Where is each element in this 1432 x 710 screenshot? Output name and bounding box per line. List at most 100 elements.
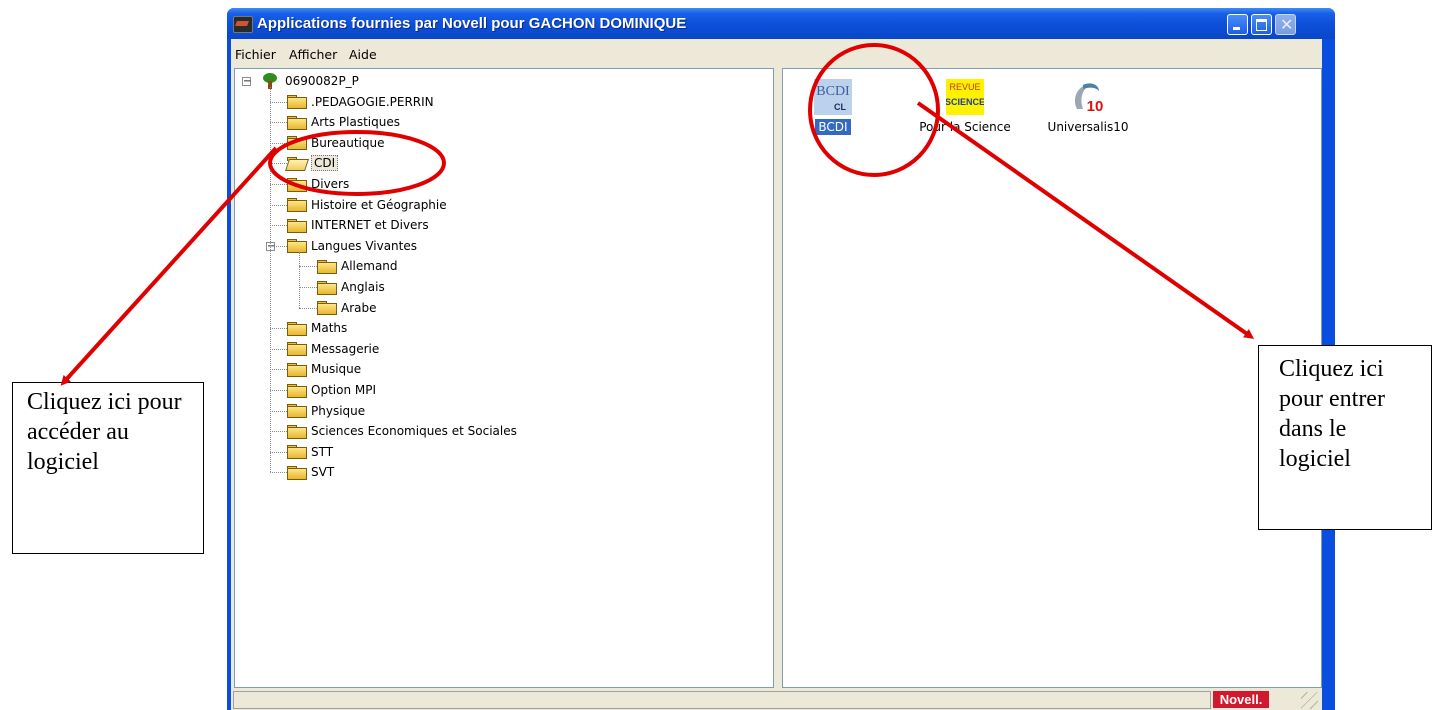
tree-item[interactable]: Allemand xyxy=(317,256,398,276)
tree-connector xyxy=(270,184,287,186)
window-title: Applications fournies par Novell pour GA… xyxy=(257,15,687,32)
menu-fichier[interactable]: Fichier xyxy=(235,47,276,62)
tree-root-expander[interactable]: − xyxy=(242,77,251,87)
title-bar[interactable]: Applications fournies par Novell pour GA… xyxy=(227,8,1335,39)
tree-item-label: CDI xyxy=(311,155,339,172)
folder-icon xyxy=(317,280,337,295)
window-client: Fichier Afficher Aide 0690082P_P − .PEDAGO… xyxy=(231,39,1322,710)
novell-logo: Novell. xyxy=(1213,691,1269,708)
tree-item-label: .PEDAGOGIE.PERRIN xyxy=(311,94,434,109)
app-tile-bcdi[interactable]: BCDI CL BCDI xyxy=(788,79,878,135)
menu-afficher[interactable]: Afficher xyxy=(289,47,337,62)
tree-item[interactable]: Arabe xyxy=(317,298,377,318)
tree-item[interactable]: .PEDAGOGIE.PERRIN xyxy=(287,92,434,112)
menu-bar: Fichier Afficher Aide xyxy=(231,39,1322,67)
applications-pane[interactable]: BCDI CL BCDI REVUE SCIENCE Pour la Scien… xyxy=(782,68,1322,688)
tree-item[interactable]: INTERNET et Divers xyxy=(287,215,429,235)
status-bar: Novell. xyxy=(231,689,1322,710)
tree-connector xyxy=(270,328,287,330)
folder-icon xyxy=(287,218,307,233)
tree-item[interactable]: Option MPI xyxy=(287,380,376,400)
close-button[interactable]: ✕ xyxy=(1275,14,1296,35)
universalis-icon: 10 xyxy=(1069,79,1107,115)
folder-icon xyxy=(287,362,307,377)
bcdi-icon: BCDI CL xyxy=(814,79,852,115)
folder-icon xyxy=(287,342,307,357)
callout-left: Cliquez ici pour accéder au logiciel xyxy=(12,382,204,554)
window-app-icon[interactable] xyxy=(233,16,253,33)
tree-connector xyxy=(299,266,317,268)
tree-connector xyxy=(270,204,287,207)
tree-item-label: INTERNET et Divers xyxy=(311,218,429,233)
svg-text:SCIENCE: SCIENCE xyxy=(946,97,984,107)
maximize-button[interactable] xyxy=(1251,14,1272,35)
tree-connector xyxy=(270,225,287,227)
tree-root[interactable]: 0690082P_P xyxy=(261,71,359,91)
tree-item[interactable]: STT xyxy=(287,442,333,462)
status-text-field xyxy=(233,691,1211,709)
tree-item[interactable]: CDI xyxy=(287,153,339,173)
tree-root-label: 0690082P_P xyxy=(285,74,359,88)
tree-item[interactable]: SVT xyxy=(287,462,334,482)
tree-connector xyxy=(270,410,287,413)
tree-item[interactable]: Bureautique xyxy=(287,133,385,153)
app-label-bcdi: BCDI xyxy=(815,119,851,135)
folder-icon xyxy=(287,424,307,439)
app-label-universalis10: Universalis10 xyxy=(1047,120,1129,134)
folder-open-icon xyxy=(287,156,307,170)
tree-item[interactable]: Physique xyxy=(287,401,365,421)
svg-text:REVUE: REVUE xyxy=(949,82,980,92)
resize-grip[interactable] xyxy=(1301,692,1318,709)
close-icon: ✕ xyxy=(1280,15,1294,34)
app-label-pour-la-science: Pour la Science xyxy=(919,120,1011,134)
tree-item-label: STT xyxy=(311,444,334,459)
tree-connector xyxy=(270,87,272,473)
tree-item[interactable]: Messagerie xyxy=(287,339,379,359)
tree-connector xyxy=(270,472,287,474)
tree-item-label: Musique xyxy=(311,362,362,377)
tree-connector xyxy=(270,390,287,392)
tree-connector xyxy=(270,451,287,454)
folder-icon xyxy=(287,136,307,151)
folder-icon xyxy=(287,177,307,192)
app-tile-universalis10[interactable]: 10 Universalis10 xyxy=(1043,79,1133,135)
folder-icon xyxy=(317,301,337,316)
pour-la-science-icon: REVUE SCIENCE xyxy=(945,79,985,115)
tree-pane[interactable]: 0690082P_P − .PEDAGOGIE.PERRIN Arts Plastiq… xyxy=(234,68,774,688)
tree-item-label: Sciences Economiques et Sociales xyxy=(311,424,517,439)
tree-item[interactable]: Langues Vivantes xyxy=(287,236,417,256)
tree-item[interactable]: Sciences Economiques et Sociales xyxy=(287,421,517,441)
menu-aide[interactable]: Aide xyxy=(349,47,377,62)
tree-item-label: Arts Plastiques xyxy=(311,115,400,130)
tree-connector xyxy=(270,369,287,371)
app-tile-pour-la-science[interactable]: REVUE SCIENCE Pour la Science xyxy=(910,79,1020,135)
tree-connector xyxy=(270,431,287,433)
app-window: Applications fournies par Novell pour GA… xyxy=(227,8,1335,710)
folder-tree: 0690082P_P − .PEDAGOGIE.PERRIN Arts Plastiq… xyxy=(235,69,773,687)
tree-item-label: Maths xyxy=(311,321,348,336)
tree-connector xyxy=(270,163,287,165)
svg-text:CL: CL xyxy=(834,102,846,112)
tree-connector xyxy=(270,348,287,351)
tree-connector xyxy=(299,307,317,310)
tree-item-label: SVT xyxy=(311,465,335,480)
folder-icon xyxy=(287,465,307,480)
tree-item[interactable]: Histoire et Géographie xyxy=(287,195,447,215)
tree-item-label: Messagerie xyxy=(311,341,380,356)
folder-icon xyxy=(287,239,307,254)
tree-item[interactable]: Anglais xyxy=(317,277,385,297)
folder-icon xyxy=(287,95,307,110)
tree-item-label: Divers xyxy=(311,177,350,191)
tree-item[interactable]: Maths xyxy=(287,318,347,338)
tree-item[interactable]: Musique xyxy=(287,359,361,379)
tree-connector xyxy=(299,287,317,289)
tree-item-label: Langues Vivantes xyxy=(311,238,417,253)
folder-icon xyxy=(287,198,307,213)
tree-item-label: Anglais xyxy=(341,280,385,294)
folder-icon xyxy=(287,321,307,336)
tree-item[interactable]: Arts Plastiques xyxy=(287,112,400,132)
svg-text:10: 10 xyxy=(1087,98,1104,115)
minimize-button[interactable] xyxy=(1227,14,1248,35)
tree-item[interactable]: Divers xyxy=(287,174,349,194)
folder-icon xyxy=(287,115,307,130)
